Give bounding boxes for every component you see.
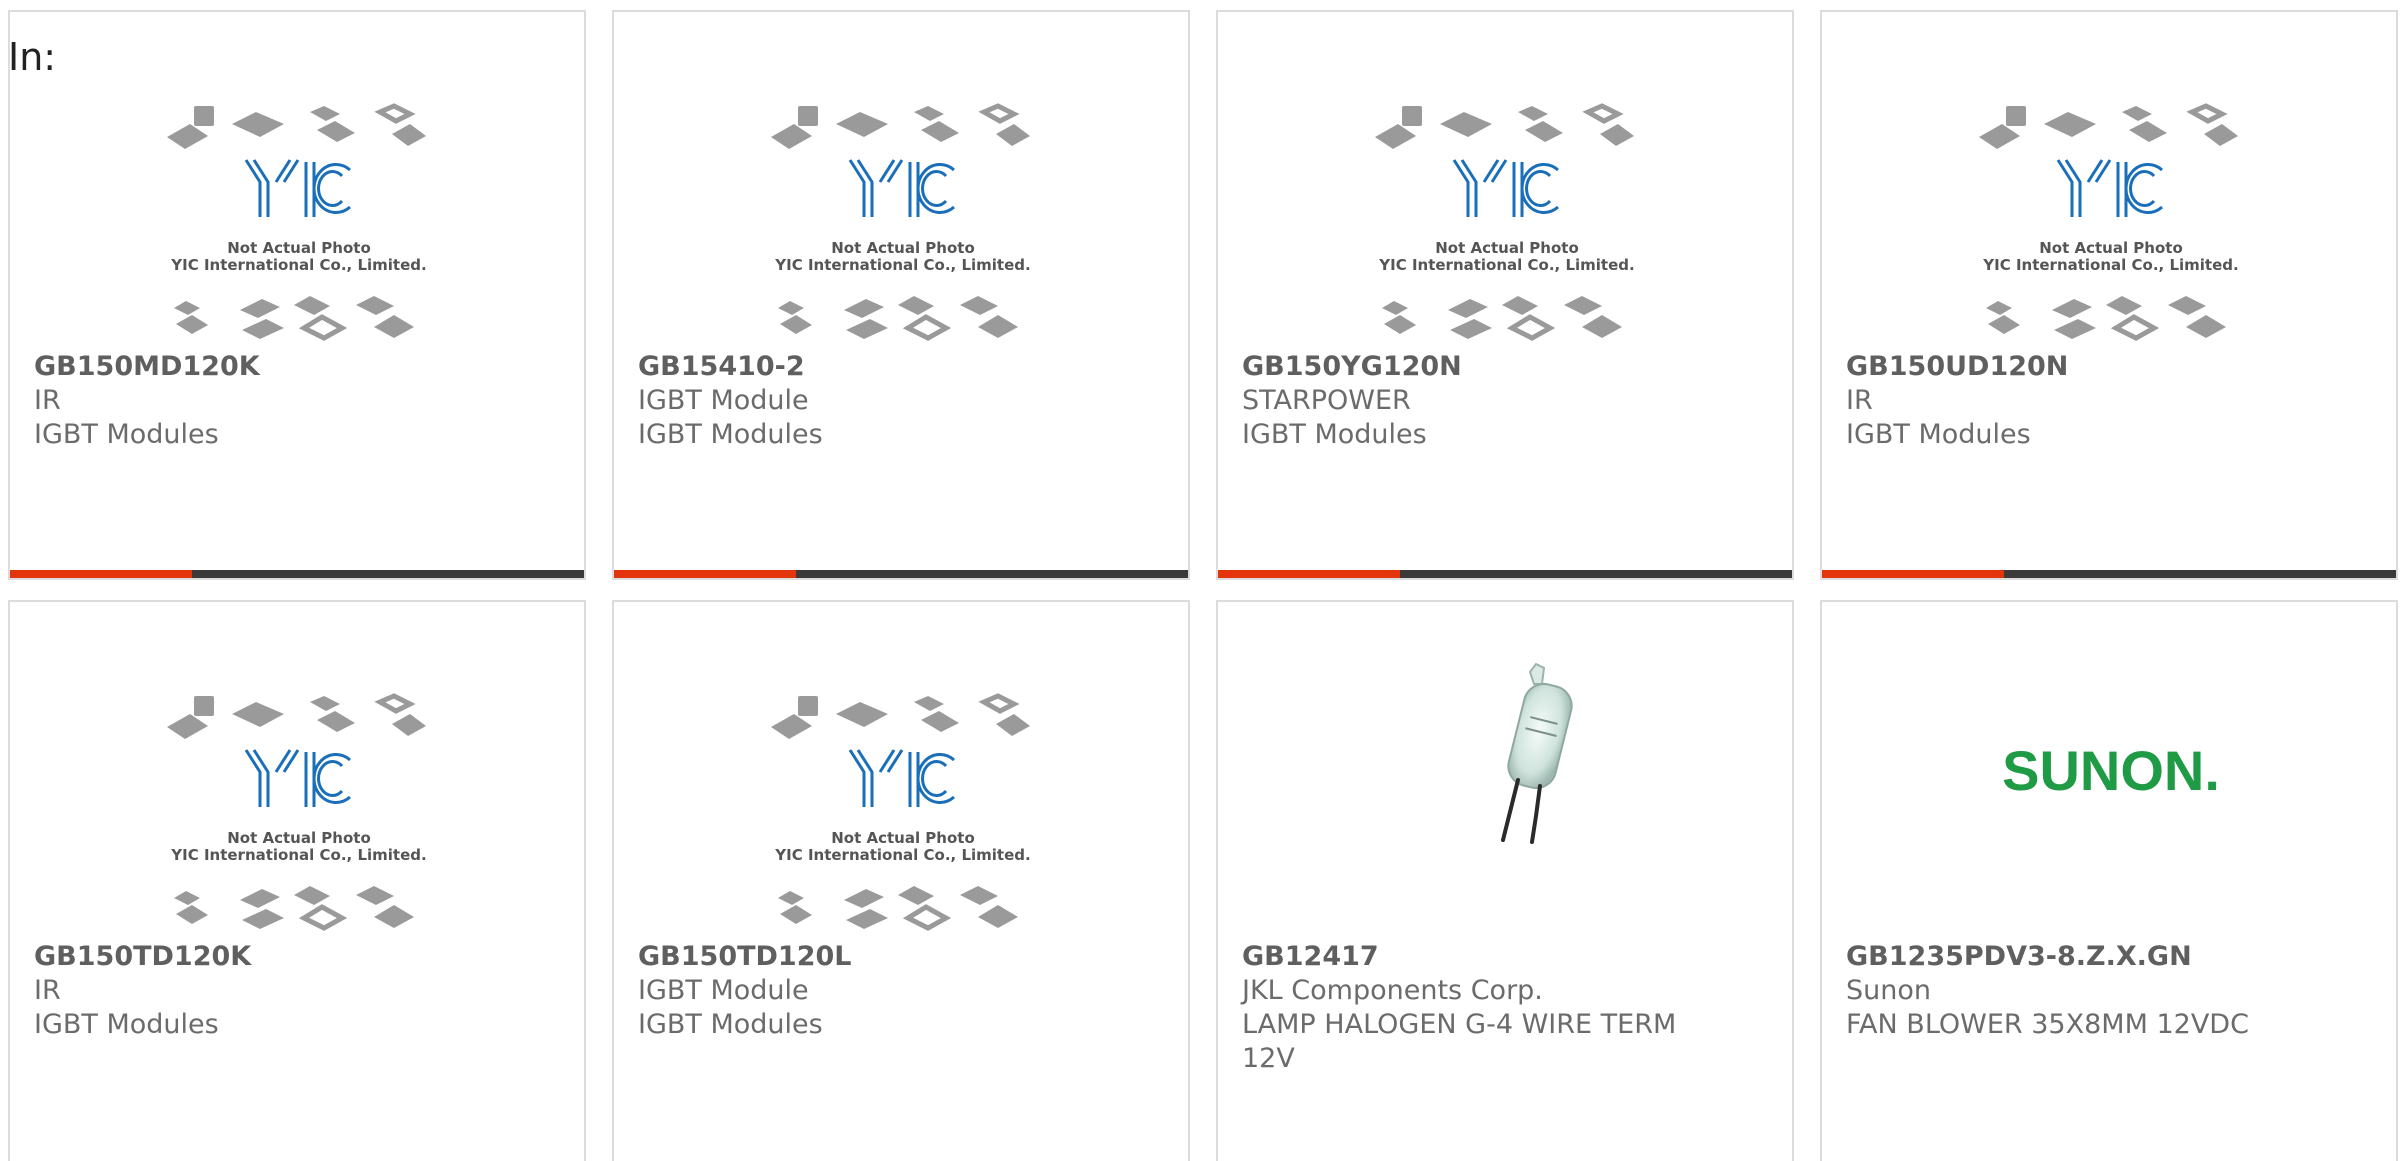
placeholder-line2: YIC International Co., Limited. xyxy=(1982,256,2238,274)
yic-logo xyxy=(244,159,352,217)
placeholder-line2: YIC International Co., Limited. xyxy=(170,846,426,864)
halogen-lamp-icon xyxy=(1501,662,1573,844)
product-info: GB150TD120K IR IGBT Modules xyxy=(34,940,560,1042)
product-info: GB150MD120K IR IGBT Modules xyxy=(34,350,560,452)
manufacturer: IGBT Module xyxy=(638,385,809,416)
chip-icons-top xyxy=(1979,103,2238,149)
chip-icons-top xyxy=(771,103,1030,149)
chip-icons-bottom xyxy=(1382,296,1622,341)
manufacturer: STARPOWER xyxy=(1242,385,1411,416)
product-info: GB1235PDV3-8.Z.X.GN Sunon FAN BLOWER 35X… xyxy=(1846,940,2372,1042)
not-actual-photo-image: Not Actual Photo YIC International Co., … xyxy=(10,12,584,352)
yic-logo xyxy=(244,749,352,807)
product-card[interactable]: Not Actual Photo YIC International Co., … xyxy=(8,10,586,580)
product-card[interactable]: Not Actual Photo YIC International Co., … xyxy=(612,600,1190,1161)
placeholder-line1: Not Actual Photo xyxy=(1435,239,1579,257)
description: IGBT Modules xyxy=(638,1009,823,1040)
chip-icons-bottom xyxy=(174,886,414,931)
yic-logo xyxy=(2056,159,2164,217)
placeholder-line1: Not Actual Photo xyxy=(2039,239,2183,257)
description: IGBT Modules xyxy=(34,419,219,450)
not-actual-photo-image: Not Actual Photo YIC International Co., … xyxy=(10,602,584,942)
placeholder-line2: YIC International Co., Limited. xyxy=(1378,256,1634,274)
not-actual-photo-image: Not Actual Photo YIC International Co., … xyxy=(614,602,1188,942)
placeholder-line1: Not Actual Photo xyxy=(227,829,371,847)
card-bar-accent xyxy=(614,570,796,578)
manufacturer: IR xyxy=(1846,385,1873,416)
filter-label: In: xyxy=(8,35,57,79)
sunon-logo: SUNON. xyxy=(2002,739,2220,802)
sunon-logo-image: SUNON. xyxy=(1822,602,2396,942)
card-bar-accent xyxy=(10,570,192,578)
part-number-link[interactable]: GB12417 xyxy=(1242,940,1768,974)
part-number-link[interactable]: GB150UD120N xyxy=(1846,350,2372,384)
part-number-link[interactable]: GB1235PDV3-8.Z.X.GN xyxy=(1846,940,2372,974)
product-info: GB150YG120N STARPOWER IGBT Modules xyxy=(1242,350,1768,452)
chip-icons-bottom xyxy=(174,296,414,341)
card-progress-bar xyxy=(614,570,1188,578)
part-number-link[interactable]: GB150TD120K xyxy=(34,940,560,974)
card-progress-bar xyxy=(1218,570,1792,578)
manufacturer: JKL Components Corp. xyxy=(1242,975,1543,1006)
chip-icons-bottom xyxy=(778,296,1018,341)
halogen-lamp-image xyxy=(1218,602,1792,942)
chip-icons-top xyxy=(167,103,426,149)
description: LAMP HALOGEN G-4 WIRE TERM 12V xyxy=(1242,1009,1677,1074)
product-grid: Not Actual Photo YIC International Co., … xyxy=(8,10,2400,1161)
part-number-link[interactable]: GB150MD120K xyxy=(34,350,560,384)
chip-icons-top xyxy=(1375,103,1634,149)
product-info: GB150TD120L IGBT Module IGBT Modules xyxy=(638,940,1164,1042)
card-bar-accent xyxy=(1218,570,1400,578)
part-number-link[interactable]: GB15410-2 xyxy=(638,350,1164,384)
product-card[interactable]: Not Actual Photo YIC International Co., … xyxy=(1216,10,1794,580)
product-results-page: In: Not Actual Photo YIC International C… xyxy=(0,0,2400,1161)
card-bar-accent xyxy=(1822,570,2004,578)
not-actual-photo-image: Not Actual Photo YIC International Co., … xyxy=(614,12,1188,352)
not-actual-photo-image: Not Actual Photo YIC International Co., … xyxy=(1218,12,1792,352)
manufacturer: IR xyxy=(34,975,61,1006)
yic-logo xyxy=(1452,159,1560,217)
placeholder-line1: Not Actual Photo xyxy=(831,829,975,847)
placeholder-line2: YIC International Co., Limited. xyxy=(774,256,1030,274)
product-card[interactable]: Not Actual Photo YIC International Co., … xyxy=(1820,10,2398,580)
chip-icons-bottom xyxy=(778,886,1018,931)
placeholder-line2: YIC International Co., Limited. xyxy=(774,846,1030,864)
card-progress-bar xyxy=(10,570,584,578)
product-card[interactable]: Not Actual Photo YIC International Co., … xyxy=(8,600,586,1161)
product-info: GB15410-2 IGBT Module IGBT Modules xyxy=(638,350,1164,452)
manufacturer: IR xyxy=(34,385,61,416)
yic-logo xyxy=(848,159,956,217)
chip-icons-top xyxy=(771,693,1030,739)
description: IGBT Modules xyxy=(34,1009,219,1040)
description: FAN BLOWER 35X8MM 12VDC xyxy=(1846,1009,2249,1040)
product-card[interactable]: SUNON. GB1235PDV3-8.Z.X.GN Sunon FAN BLO… xyxy=(1820,600,2398,1161)
part-number-link[interactable]: GB150YG120N xyxy=(1242,350,1768,384)
card-progress-bar xyxy=(1822,570,2396,578)
placeholder-line2: YIC International Co., Limited. xyxy=(170,256,426,274)
manufacturer: Sunon xyxy=(1846,975,1931,1006)
not-actual-photo-image: Not Actual Photo YIC International Co., … xyxy=(1822,12,2396,352)
product-card[interactable]: GB12417 JKL Components Corp. LAMP HALOGE… xyxy=(1216,600,1794,1161)
placeholder-line1: Not Actual Photo xyxy=(227,239,371,257)
placeholder-line1: Not Actual Photo xyxy=(831,239,975,257)
description: IGBT Modules xyxy=(1846,419,2031,450)
product-info: GB150UD120N IR IGBT Modules xyxy=(1846,350,2372,452)
part-number-link[interactable]: GB150TD120L xyxy=(638,940,1164,974)
product-card[interactable]: Not Actual Photo YIC International Co., … xyxy=(612,10,1190,580)
description: IGBT Modules xyxy=(638,419,823,450)
product-info: GB12417 JKL Components Corp. LAMP HALOGE… xyxy=(1242,940,1768,1076)
chip-icons-top xyxy=(167,693,426,739)
description: IGBT Modules xyxy=(1242,419,1427,450)
manufacturer: IGBT Module xyxy=(638,975,809,1006)
chip-icons-bottom xyxy=(1986,296,2226,341)
yic-logo xyxy=(848,749,956,807)
